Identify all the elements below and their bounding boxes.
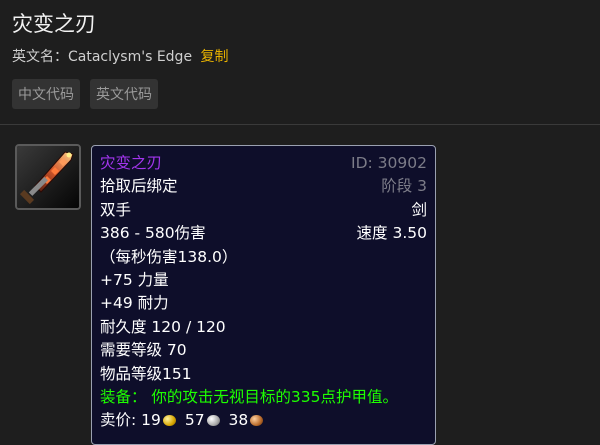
- gold-coin-icon: [162, 415, 176, 427]
- page-title: 灾变之刃: [12, 12, 96, 36]
- dps: （每秒伤害138.0）: [100, 247, 238, 266]
- item-id: ID: 30902: [351, 154, 427, 172]
- sell-price: 卖价: 19 57 38: [100, 409, 427, 432]
- silver-coin-icon: [206, 415, 220, 427]
- code-tabs: 中文代码 英文代码: [12, 79, 158, 109]
- speed: 速度 3.50: [356, 224, 427, 243]
- slot: 双手: [100, 200, 132, 219]
- item-name: 灾变之刃: [100, 154, 163, 172]
- item-tooltip: 灾变之刃 ID: 30902 拾取后绑定 阶段 3 双手 剑 386 - 580…: [91, 145, 436, 445]
- stat-strength: +75 力量: [100, 270, 169, 289]
- english-name-value: Cataclysm's Edge: [68, 49, 193, 65]
- sell-gold: 19: [141, 411, 161, 430]
- tab-chinese-code[interactable]: 中文代码: [12, 79, 80, 109]
- required-level: 需要等级 70: [100, 341, 187, 360]
- bind-type: 拾取后绑定: [100, 177, 178, 196]
- sell-copper: 38: [228, 411, 249, 430]
- durability: 耐久度 120 / 120: [100, 317, 226, 336]
- english-name-row: 英文名：Cataclysm's Edge 复制: [12, 46, 229, 66]
- item-level: 物品等级151: [100, 364, 192, 383]
- weapon-type: 剑: [411, 200, 427, 219]
- item-icon-frame: [15, 144, 81, 210]
- divider: [0, 124, 600, 125]
- english-name-label: 英文名：: [12, 49, 68, 65]
- equip-effect: 装备： 你的攻击无视目标的335点护甲值。: [100, 387, 399, 406]
- tab-english-code[interactable]: 英文代码: [90, 79, 158, 109]
- tier-text: 阶段 3: [381, 177, 427, 196]
- sell-silver: 57: [184, 411, 205, 430]
- stat-stamina: +49 耐力: [100, 294, 169, 313]
- sell-label: 卖价:: [100, 411, 137, 430]
- damage: 386 - 580伤害: [100, 224, 206, 243]
- copy-link[interactable]: 复制: [201, 49, 229, 65]
- copper-coin-icon: [250, 415, 264, 427]
- two-handed-sword-icon: [17, 146, 79, 208]
